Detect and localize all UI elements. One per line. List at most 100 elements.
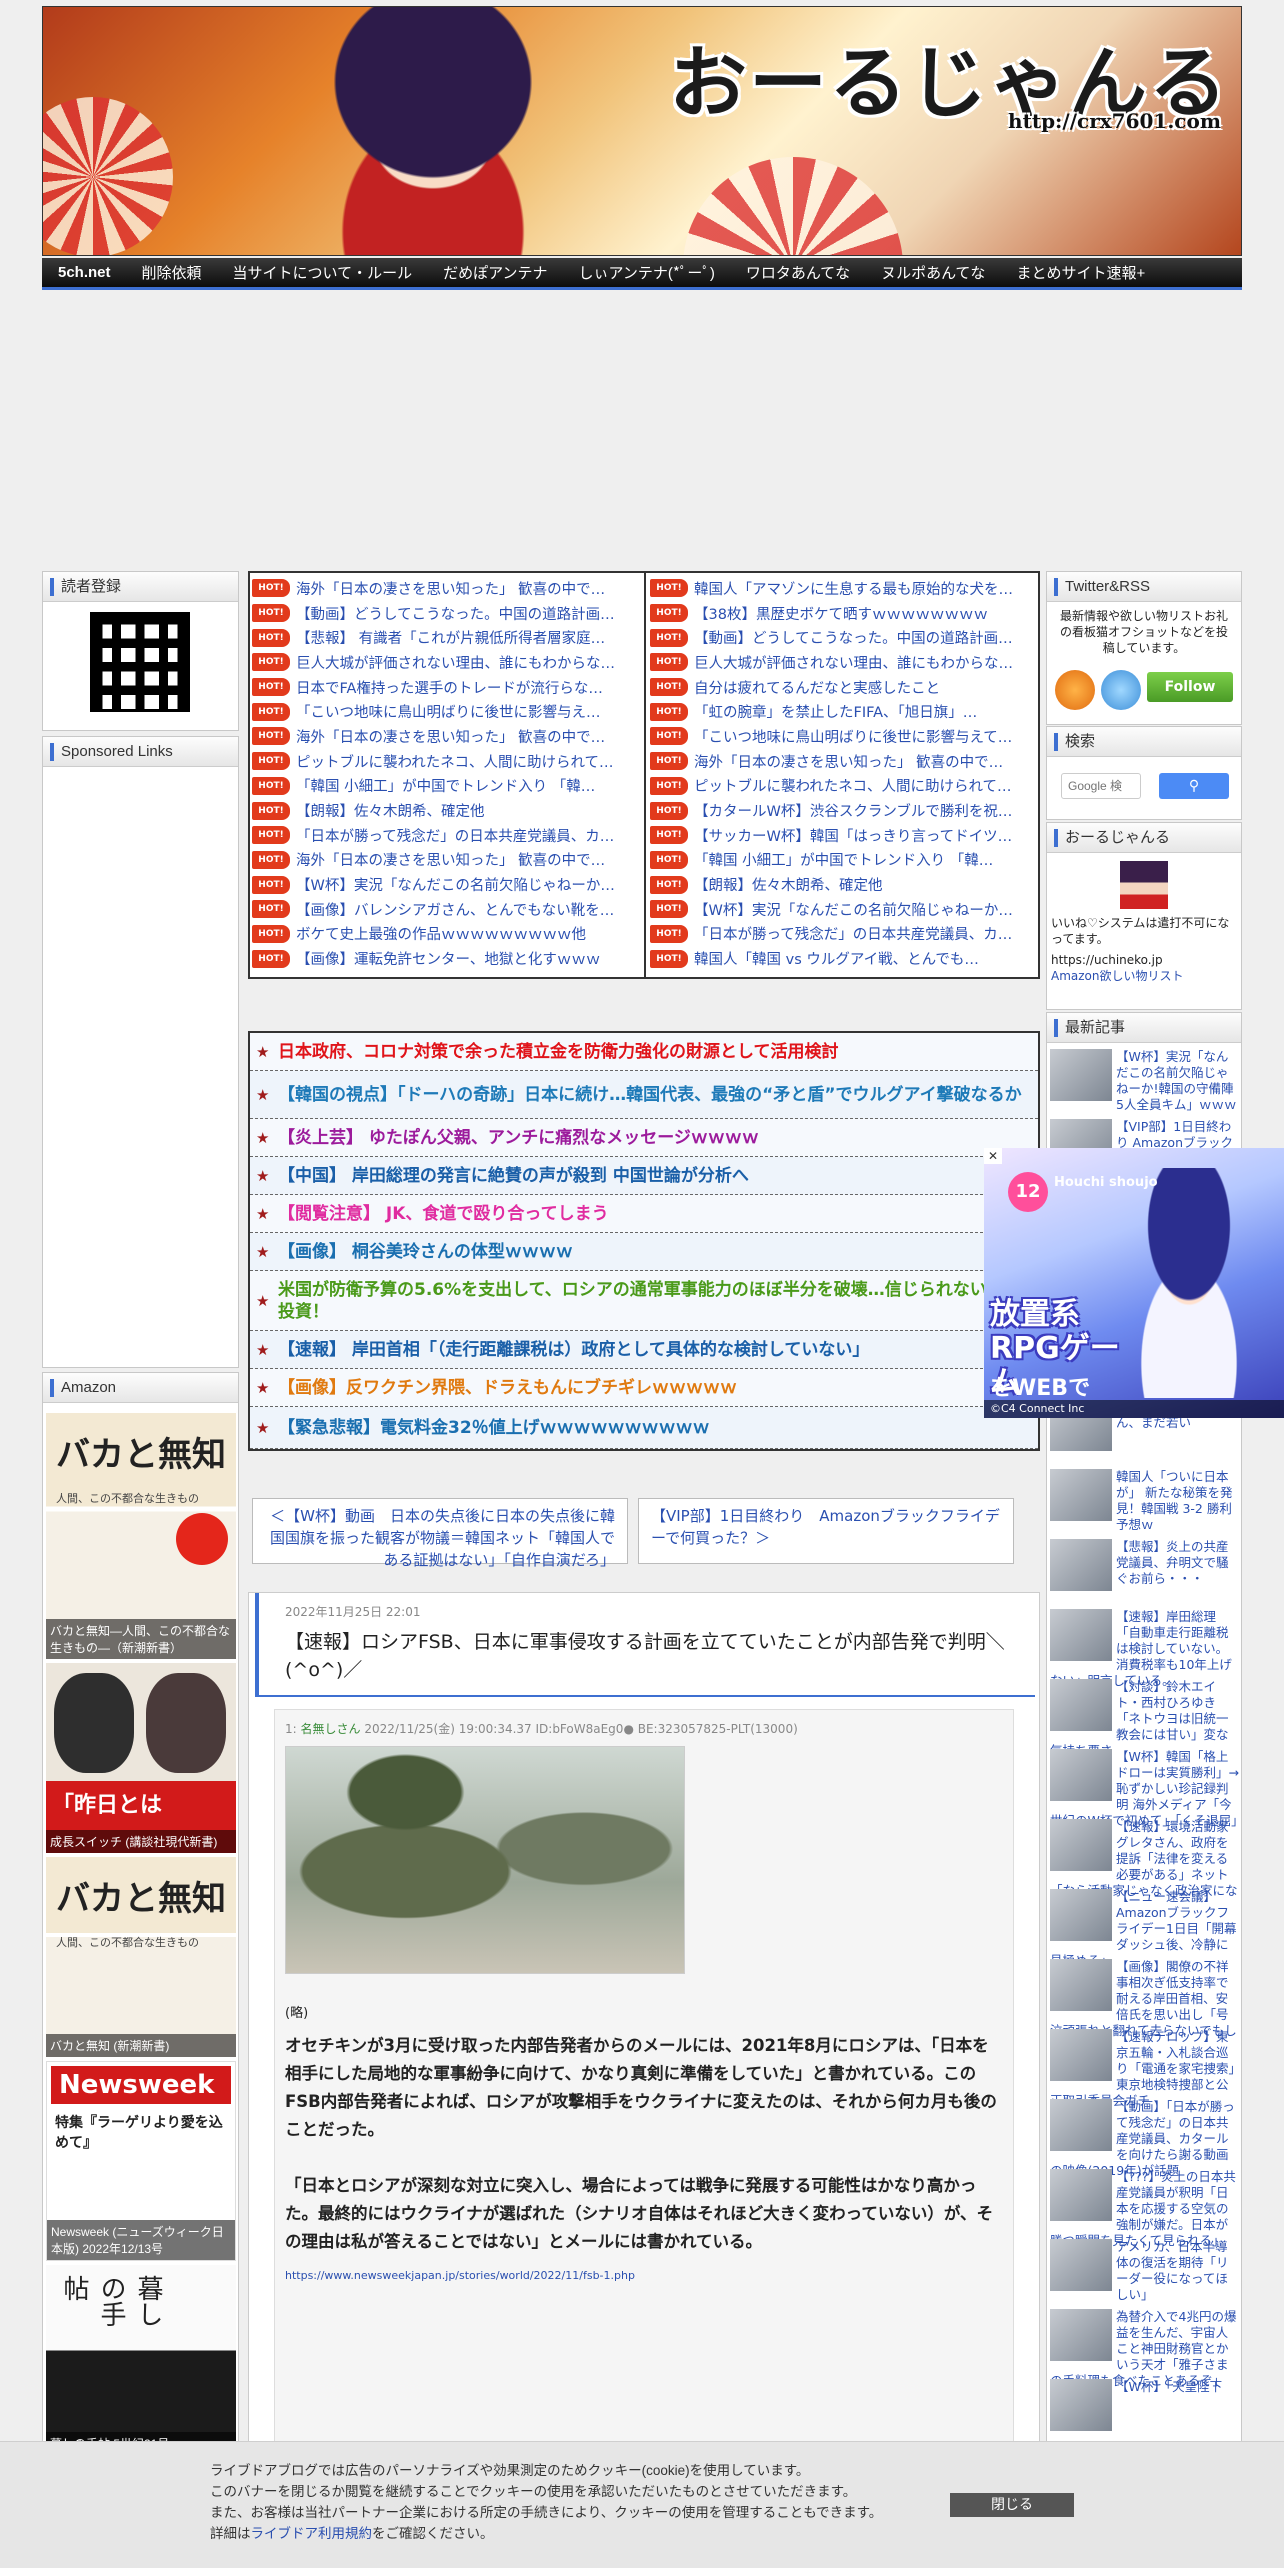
hot-list-item[interactable]: HOT! 【画像】バレンシアガさん、とんでもない靴を… [250,897,642,922]
hot-list-item[interactable]: HOT! 【サッカーW杯】韓国「はっきり言ってドイツ… [648,823,1040,848]
hot-list-item[interactable]: HOT! ボケて史上最強の作品ｗｗｗｗｗｗｗｗｗ他 [250,922,642,947]
hot-list-title[interactable]: 【カタールW杯】渋谷スクランブルで勝利を祝… [694,800,1012,821]
hot-list-item[interactable]: HOT! ピットブルに襲われたネコ、人間に助けられて… [648,774,1040,799]
hot-list-title[interactable]: 日本でFA権持った選手のトレードが流行らな… [296,677,603,698]
recent-article-item[interactable]: 【速報テロップ】東京五輪・入札談合巡り「電通を家宅捜索」東京地検特捜部と公正取引… [1050,2029,1240,2109]
hot-list-item[interactable]: HOT! 韓国人「韓国 vs ウルグアイ戦、とんでも… [648,946,1040,971]
headline-item[interactable]: 【速報】 岸田首相「（走行距離課税は）政府として具体的な検討していない」 [250,1331,1038,1369]
recent-article-thumbnail[interactable] [1050,1049,1112,1101]
headline-item[interactable]: 【緊急悲報】電気料金32％値上げｗｗｗｗｗｗｗｗｗｗ [250,1407,1038,1449]
wishlist-link[interactable]: Amazon欲しい物リスト [1047,967,1241,984]
nav-item-5ch[interactable]: 5ch.net [58,264,111,281]
hot-list-item[interactable]: HOT! 「虹の腕章」を禁止したFIFA、「旭日旗」… [648,699,1040,724]
recent-article-item[interactable]: 【W杯】韓国「格上ドローは実質勝利」→恥ずかしい珍記録判明 海外メディア「今世紀… [1050,1749,1241,1829]
recent-article-item[interactable]: 【速報】岸田総理「自動車走行距離税は検討していない。消費税率も10年上げない」明… [1050,1609,1240,1689]
hot-list-title[interactable]: 自分は疲れてるんだなと実感したこと [694,677,940,698]
nav-item-about-rules[interactable]: 当サイトについて・ルール [233,262,413,283]
headline-item[interactable]: 【画像】反ワクチン界隈、ドラえもんにブチギレｗｗｗｗｗ [250,1369,1038,1407]
hot-list-title[interactable]: 「日本が勝って残念だ」の日本共産党議員、カ… [296,825,614,846]
hot-list-item[interactable]: HOT! 「韓国 小細工」が中国でトレンド入り 「韓… [250,774,642,799]
hot-list-title[interactable]: ピットブルに襲われたネコ、人間に助けられて… [694,775,1012,796]
hot-list-item[interactable]: HOT! 海外「日本の凄さを思い知った」 歓喜の中で… [250,724,642,749]
amazon-book[interactable]: Newsweek 特集『ラーゲリより愛を込めて』 Newsweek (ニューズウ… [46,2061,236,2261]
hot-list-item[interactable]: HOT! 【朗報】佐々木朗希、確定他 [250,798,642,823]
nav-item-shii-antenna[interactable]: しぃアンテナ(*ﾟーﾟ) [579,262,715,283]
headline-text[interactable]: 【緊急悲報】電気料金32％値上げｗｗｗｗｗｗｗｗｗｗ [278,1417,710,1439]
hot-list-item[interactable]: HOT! 【画像】運転免許センター、地獄と化すｗｗｗ [250,946,642,971]
nav-item-warota-antenna[interactable]: ワロタあんてな [746,262,850,283]
recent-article-item[interactable]: 【悲報】炎上の共産党議員、弁明文で騒ぐお前ら・・・ [1050,1539,1240,1591]
amazon-book[interactable]: バカと無知 人間、この不都合な生きもの バカと無知―人間、この不都合な生きもの―… [46,1413,236,1659]
headline-text[interactable]: 【閲覧注意】 JK、食道で殴り合ってしまう [278,1203,609,1225]
hot-list-title[interactable]: 海外「日本の凄さを思い知った」 歓喜の中で… [694,751,1003,772]
recent-article-item[interactable]: 【動画】「日本が勝って残念だ」の日本共産党議員、カタールを向けたら謝る動画の映像… [1050,2099,1240,2179]
hot-list-title[interactable]: 【動画】どうしてこうなった。中国の道路計画… [296,603,615,624]
hot-list-item[interactable]: HOT! 【悲報】 有識者「これが片親低所得者層家庭… [250,625,642,650]
hot-list-title[interactable]: 韓国人「韓国 vs ウルグアイ戦、とんでも… [694,948,979,969]
hot-list-item[interactable]: HOT! 巨人大城が評価されない理由、誰にもわからな… [648,650,1040,675]
hot-list-item[interactable]: HOT! 【動画】どうしてこうなった。中国の道路計画… [648,625,1040,650]
hot-list-item[interactable]: HOT! 巨人大城が評価されない理由、誰にもわからな… [250,650,642,675]
hot-list-item[interactable]: HOT! 「こいつ地味に鳥山明ばりに後世に影響与え… [250,699,642,724]
headline-item[interactable]: 日本政府、コロナ対策で余った積立金を防衛力強化の財源として活用検討 [250,1033,1038,1071]
hot-list-title[interactable]: 【38枚】黒歴史ボケて晒すｗｗｗｗｗｗｗｗ [694,603,988,624]
recent-article-item[interactable]: 【???】炎上の日本共産党議員が釈明「日本を応援する空気の強制が嫌だ。日本が勝つ… [1050,2169,1240,2249]
recent-article-item[interactable]: 【対談】鈴木エイト・西村ひろゆき「ネトウヨは旧統一教会には甘い」変な気持ち悪さ [1050,1679,1240,1759]
recent-article-thumbnail[interactable] [1050,2169,1112,2221]
recent-article-thumbnail[interactable] [1050,1469,1112,1521]
nav-item-delete-request[interactable]: 削除依頼 [142,262,202,283]
amazon-book[interactable]: 暮しの手帖 暮しの手帖 5世紀21号 [46,2265,236,2441]
headline-text[interactable]: 【画像】 桐谷美玲さんの体型ｗｗｗｗ [278,1241,573,1263]
hot-list-item[interactable]: HOT! 【38枚】黒歴史ボケて晒すｗｗｗｗｗｗｗｗ [648,601,1040,626]
hot-list-title[interactable]: 【画像】運転免許センター、地獄と化すｗｗｗ [296,948,600,969]
hot-list-item[interactable]: HOT! 日本でFA権持った選手のトレードが流行らな… [250,675,642,700]
headline-text[interactable]: 日本政府、コロナ対策で余った積立金を防衛力強化の財源として活用検討 [278,1041,839,1063]
hot-list-title[interactable]: 【悲報】 有識者「これが片親低所得者層家庭… [296,627,605,648]
headline-text[interactable]: 【炎上芸】 ゆたぽん父親、アンチに痛烈なメッセージｗｗｗｗ [278,1127,759,1149]
close-icon[interactable]: ✕ [984,1148,1002,1164]
recent-article-thumbnail[interactable] [1050,1889,1112,1941]
recent-article-item[interactable]: 為替介入で4兆円の爆益を生んだ、宇宙人こと神田財務官とかいう天才「雅子さまの手料… [1050,2309,1240,2389]
profile-url[interactable]: https://uchineko.jp [1047,947,1241,967]
nav-item-matome-sokuho[interactable]: まとめサイト速報+ [1016,262,1145,283]
hot-list-title[interactable]: 「韓国 小細工」が中国でトレンド入り 「韓… [296,775,595,796]
recent-article-item[interactable]: 【W杯】「天皇陛下 [1050,2379,1240,2431]
hot-list-title[interactable]: 海外「日本の凄さを思い知った」 歓喜の中で… [296,726,605,747]
search-button[interactable]: ⚲ [1159,773,1229,799]
recent-article-item[interactable]: アメリカ、日本半導体の復活を期待「リーダー役になってほしい」 [1050,2239,1240,2303]
hot-list-title[interactable]: 韓国人「アマゾンに生息する最も原始的な犬を… [694,578,1013,599]
headline-text[interactable]: 【画像】反ワクチン界隈、ドラえもんにブチギレｗｗｗｗｗ [278,1377,737,1399]
headline-text[interactable]: 【韓国の視点】「ドーハの奇跡」日本に続け…韓国代表、最強の“矛と盾”でウルグアイ… [278,1084,1022,1106]
article-photo-soldiers[interactable] [285,1746,685,1974]
article-title[interactable]: 【速報】ロシアFSB、日本に軍事侵攻する計画を立てていたことが内部告発で判明＼(… [285,1628,1009,1684]
livedoor-reader-icon[interactable] [1101,670,1141,710]
game-ad-banner[interactable]: ✕ 12 Houchi shoujo 放置系 RPGゲーム をWEBで ©C4 … [984,1148,1284,1418]
site-header-banner[interactable]: おーるじゃんる http://crx7601.com [42,6,1242,256]
rss-icon[interactable] [1055,670,1095,710]
headline-item[interactable]: 【閲覧注意】 JK、食道で殴り合ってしまう [250,1195,1038,1233]
hot-list-title[interactable]: 【W杯】実況「なんだこの名前欠陥じゃねーか… [296,874,615,895]
hot-list-item[interactable]: HOT! 「こいつ地味に鳥山明ばりに後世に影響与えて… [648,724,1040,749]
hot-list-title[interactable]: 【動画】どうしてこうなった。中国の道路計画… [694,627,1013,648]
book-caption[interactable]: バカと無知 (新潮新書) [46,2034,236,2057]
hot-list-title[interactable]: ピットブルに襲われたネコ、人間に助けられて… [296,751,614,772]
recent-article-thumbnail[interactable] [1050,2029,1112,2081]
hot-list-item[interactable]: HOT! 海外「日本の凄さを思い知った」 歓喜の中で… [250,848,642,873]
recent-article-thumbnail[interactable] [1050,2099,1112,2151]
qr-code[interactable] [90,612,190,712]
recent-article-item[interactable]: 【W杯】実況「なんだこの名前欠陥じゃねーか!韓国の守備陣5人全員キム」ｗｗｗ [1050,1049,1240,1113]
hot-list-title[interactable]: 「韓国 小細工」が中国でトレンド入り 「韓… [694,849,993,870]
amazon-book[interactable]: バカと無知 人間、この不都合な生きもの バカと無知 (新潮新書) [46,1857,236,2057]
headline-item[interactable]: 【画像】 桐谷美玲さんの体型ｗｗｗｗ [250,1233,1038,1271]
hot-list-item[interactable]: HOT! 【W杯】実況「なんだこの名前欠陥じゃねーか… [250,872,642,897]
terms-link[interactable]: ライブドア利用規約 [251,2526,373,2541]
headline-item[interactable]: 【炎上芸】 ゆたぽん父親、アンチに痛烈なメッセージｗｗｗｗ [250,1119,1038,1157]
next-article-link[interactable]: 【VIP部】1日目終わり Amazonブラックフライデーで何買った？＞ [638,1498,1014,1564]
amazon-book[interactable]: 「昨日とは 成長スイッチ (講談社現代新書) [46,1663,236,1853]
recent-article-thumbnail[interactable] [1050,2379,1112,2431]
headline-text[interactable]: 米国が防衛予算の5.6%を支出して、ロシアの通常軍事能力のほぼ半分を破壊…信じら… [278,1279,1038,1323]
nav-item-damepo-antenna[interactable]: だめぽアンテナ [443,262,547,283]
recent-article-item[interactable]: 【ニュー速会議】Amazonブラックフライデー1日目「開幕ダッシュ後、冷静に見極… [1050,1889,1240,1969]
hot-list-item[interactable]: HOT! 「日本が勝って残念だ」の日本共産党議員、カ… [648,922,1040,947]
follow-button[interactable]: Follow [1147,672,1233,702]
